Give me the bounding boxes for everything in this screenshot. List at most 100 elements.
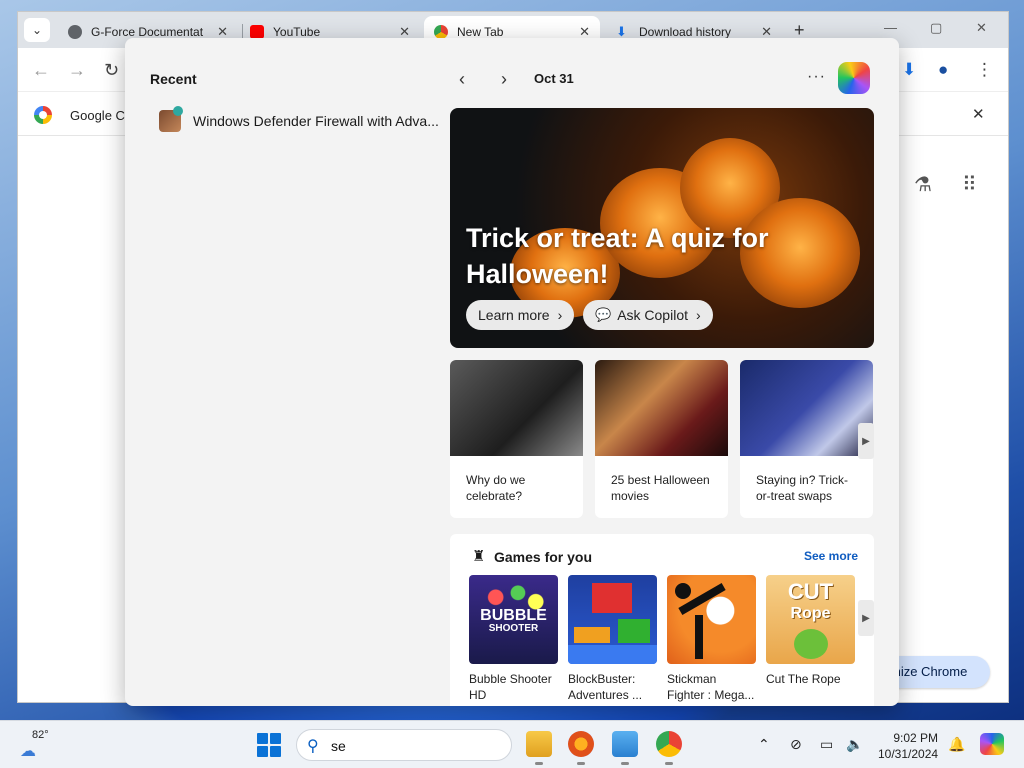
back-button[interactable]: ← <box>32 60 50 81</box>
tab-label: Download history <box>639 25 732 39</box>
games-next-button[interactable]: ▶ <box>858 600 874 636</box>
search-icon: ⚲ <box>307 738 319 755</box>
widgets-panel: Recent Windows Defender Firewall with Ad… <box>125 38 899 706</box>
blue-blocks <box>568 645 657 664</box>
copilot-pre-icon[interactable] <box>980 733 1004 755</box>
cards-next-button[interactable]: ▶ <box>858 423 874 459</box>
copilot-icon[interactable] <box>838 62 870 94</box>
chevron-right-icon[interactable]: › <box>501 69 507 90</box>
news-card-image <box>595 360 728 456</box>
shooter-logo-text: SHOOTER <box>488 623 539 634</box>
news-card[interactable]: Staying in? Trick-or-treat swaps <box>740 360 873 518</box>
chevron-right-icon: › <box>557 307 563 323</box>
taskbar: 82° ☁ ⚲ ⌃ ⊘ ▭ 🔈 9:02 PM 10/31/2024 🔔 <box>0 720 1024 768</box>
game-title: Bubble Shooter HD <box>469 672 552 702</box>
google-icon <box>34 106 52 124</box>
game-tile[interactable]: Stickman Fighter : Mega... <box>667 575 756 703</box>
weather-cloud-icon: ☁ <box>20 743 36 760</box>
network-icon[interactable]: ⊘ <box>790 736 802 753</box>
tab-label: G-Force Documentat <box>91 25 204 39</box>
menu-dots-icon[interactable]: ⋮ <box>976 60 993 80</box>
forward-button[interactable]: → <box>68 60 86 81</box>
chess-pieces-icon: ♜ <box>472 548 486 565</box>
news-card-image <box>450 360 583 456</box>
ask-copilot-label: Ask Copilot <box>617 307 688 323</box>
recent-item-label: Windows Defender Firewall with Adva... <box>193 113 439 129</box>
firewall-app-icon <box>159 106 183 132</box>
game-tile[interactable]: BUBBLE SHOOTER Bubble Shooter HD <box>469 575 558 703</box>
news-card-image <box>740 360 873 456</box>
mouse-cursor <box>368 738 375 752</box>
taskbar-search[interactable]: ⚲ <box>296 729 512 761</box>
recent-item[interactable]: Windows Defender Firewall with Adva... <box>159 106 439 132</box>
clock-date: 10/31/2024 <box>878 747 939 761</box>
info-bar-close-icon[interactable]: ✕ <box>972 105 985 123</box>
news-card[interactable]: Why do we celebrate? <box>450 360 583 518</box>
weather-temp: 82° <box>32 729 49 741</box>
start-tile <box>270 733 281 744</box>
start-tile <box>257 746 268 757</box>
firefox-icon[interactable] <box>568 731 594 765</box>
news-card-title: Staying in? Trick-or-treat swaps <box>756 473 849 503</box>
game-title: Cut The Rope <box>766 672 841 686</box>
maximize-button[interactable]: ▢ <box>930 20 942 36</box>
games-heading: Games for you <box>494 549 593 565</box>
more-options-icon[interactable]: ··· <box>807 68 826 86</box>
stickman-body <box>695 615 703 659</box>
info-bar-text: Google Ch <box>70 108 133 123</box>
notification-bell-icon[interactable]: 🔔 <box>948 736 965 753</box>
game-title: BlockBuster: Adventures ... <box>568 672 643 702</box>
chevron-up-icon[interactable]: ⌃ <box>758 736 770 753</box>
learn-more-label: Learn more <box>478 307 550 323</box>
download-icon: ⬇ <box>616 24 627 39</box>
news-card[interactable]: 25 best Halloween movies <box>595 360 728 518</box>
minimize-button[interactable]: — <box>884 20 897 35</box>
recent-heading: Recent <box>150 71 197 87</box>
chrome-icon <box>434 25 448 39</box>
downloads-icon[interactable]: ⬇ <box>902 60 916 80</box>
orange-block <box>574 627 610 643</box>
chrome-icon[interactable] <box>656 731 682 765</box>
youtube-icon <box>250 25 264 39</box>
news-card-title: 25 best Halloween movies <box>611 473 710 503</box>
hero-title: Trick or treat: A quiz for Halloween! <box>466 223 769 289</box>
start-tile <box>270 746 281 757</box>
game-tile[interactable]: BlockBuster: Adventures ... <box>568 575 657 703</box>
see-more-link[interactable]: See more <box>804 549 858 563</box>
close-window-button[interactable]: ✕ <box>976 20 987 36</box>
learn-more-button[interactable]: Learn more › <box>466 300 575 330</box>
notepad-icon[interactable] <box>612 731 638 765</box>
stickman-image <box>667 575 756 664</box>
feed-date: Oct 31 <box>534 71 574 86</box>
search-input[interactable] <box>331 736 491 756</box>
tab-label: YouTube <box>273 25 321 39</box>
tab-search-button[interactable]: ⌄ <box>24 18 50 42</box>
tab-label: New Tab <box>457 25 504 39</box>
hero-card[interactable]: Trick or treat: A quiz for Halloween! Le… <box>450 108 874 348</box>
display-icon[interactable]: ▭ <box>820 736 833 753</box>
cut-the-rope-image: CUT Rope <box>766 575 855 664</box>
reload-button[interactable]: ↻ <box>104 60 119 81</box>
profile-icon[interactable]: ● <box>938 60 948 80</box>
blockbuster-image <box>568 575 657 664</box>
green-block <box>618 619 650 643</box>
clock[interactable]: 9:02 PM 10/31/2024 <box>878 730 938 762</box>
chevron-left-icon[interactable]: ‹ <box>459 69 465 90</box>
start-button[interactable] <box>257 733 281 757</box>
labs-icon[interactable]: ⚗ <box>914 172 932 197</box>
cut-logo-text: CUT <box>787 579 834 604</box>
game-tile[interactable]: CUT Rope Cut The Rope <box>766 575 855 687</box>
stickman-head <box>675 583 691 599</box>
clock-time: 9:02 PM <box>893 731 939 745</box>
news-card-title: Why do we celebrate? <box>466 473 526 503</box>
games-section: ♜ Games for you See more BUBBLE SHOOTER … <box>450 534 874 706</box>
apps-grid-icon[interactable]: ⠿ <box>962 172 977 197</box>
ask-copilot-button[interactable]: 💬 Ask Copilot › <box>583 300 713 330</box>
game-title: Stickman Fighter : Mega... <box>667 672 755 702</box>
start-tile <box>257 733 268 744</box>
bubble-shooter-image: BUBBLE SHOOTER <box>469 575 558 664</box>
globe-icon <box>68 25 82 39</box>
volume-icon[interactable]: 🔈 <box>846 736 863 753</box>
file-explorer-icon[interactable] <box>526 731 552 765</box>
chat-bubble-icon: 💬 <box>595 307 612 322</box>
